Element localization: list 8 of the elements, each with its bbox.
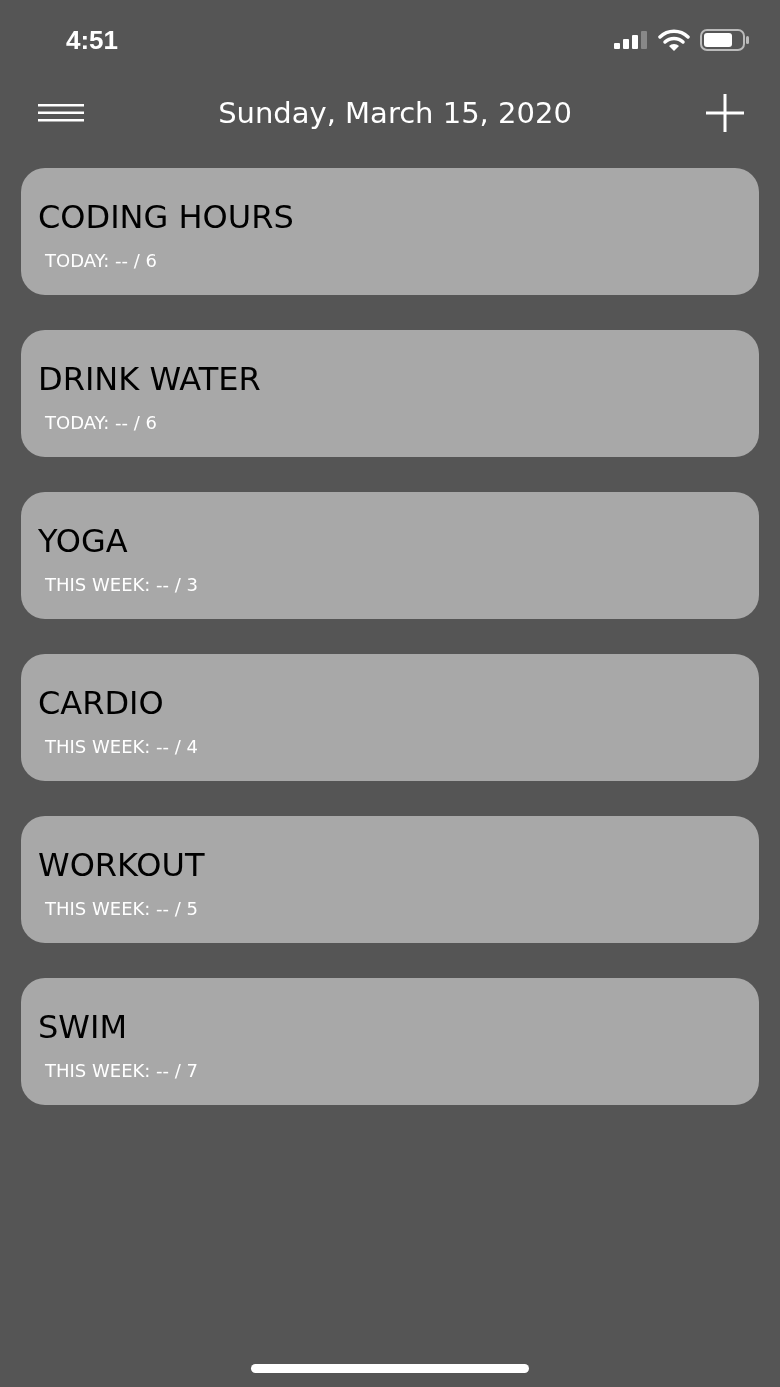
habit-name: CODING HOURS [38, 198, 295, 236]
habit-name: CARDIO [38, 684, 165, 722]
habit-name: SWIM [38, 1008, 128, 1046]
habit-name: YOGA [38, 522, 129, 560]
habit-name: DRINK WATER [38, 360, 262, 398]
date-title: Sunday, March 15, 2020 [218, 96, 572, 130]
habit-name: WORKOUT [38, 846, 206, 884]
status-time: 4:51 [66, 24, 119, 56]
